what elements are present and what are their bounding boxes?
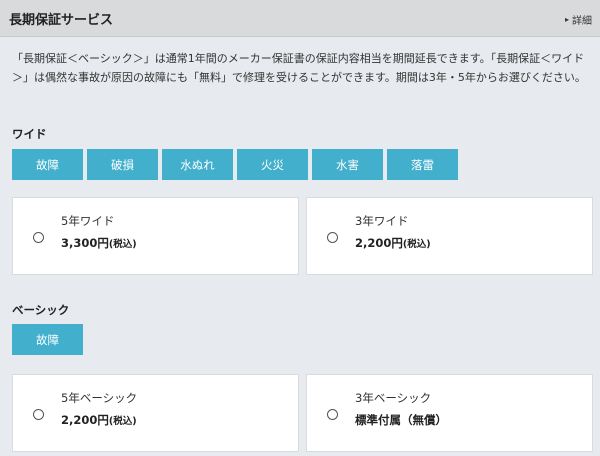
coverage-tag: 破損 <box>87 149 158 180</box>
description-text: 「長期保証＜ベーシック＞」は通常1年間のメーカー保証書の保証内容相当を期間延長で… <box>12 52 586 84</box>
chevron-right-icon: ▸ <box>564 15 569 24</box>
option-card-5yr-basic[interactable]: 5年ベーシック 2,200円(税込) <box>12 374 299 452</box>
option-price: 2,200円(税込) <box>61 413 137 427</box>
option-price: 2,200円(税込) <box>355 236 431 250</box>
detail-link[interactable]: ▸ 詳細 <box>565 12 592 27</box>
coverage-tag: 水ぬれ <box>162 149 233 180</box>
coverage-tag: 故障 <box>12 149 83 180</box>
option-name: 3年ベーシック <box>355 391 432 405</box>
coverage-tag: 火災 <box>237 149 308 180</box>
option-name: 5年ベーシック <box>61 391 138 405</box>
option-name: 3年ワイド <box>355 214 409 228</box>
radio-button[interactable] <box>327 232 338 243</box>
radio-button[interactable] <box>327 409 338 420</box>
wide-coverage-tags: 故障 破損 水ぬれ 火災 水害 落雷 <box>12 149 462 180</box>
option-card-3yr-basic[interactable]: 3年ベーシック 標準付属（無償） <box>306 374 593 452</box>
wide-section-title: ワイド <box>12 127 47 141</box>
detail-link-label: 詳細 <box>572 16 592 27</box>
option-price: 標準付属（無償） <box>355 413 447 427</box>
basic-section-title: ベーシック <box>12 303 70 317</box>
option-card-5yr-wide[interactable]: 5年ワイド 3,300円(税込) <box>12 197 299 275</box>
option-name: 5年ワイド <box>61 214 115 228</box>
basic-coverage-tags: 故障 <box>12 324 87 355</box>
radio-button[interactable] <box>33 232 44 243</box>
radio-button[interactable] <box>33 409 44 420</box>
coverage-tag: 水害 <box>312 149 383 180</box>
section-header: 長期保証サービス ▸ 詳細 <box>0 0 600 37</box>
option-price: 3,300円(税込) <box>61 236 137 250</box>
page-title: 長期保証サービス <box>9 13 114 28</box>
option-card-3yr-wide[interactable]: 3年ワイド 2,200円(税込) <box>306 197 593 275</box>
coverage-tag: 落雷 <box>387 149 458 180</box>
coverage-tag: 故障 <box>12 324 83 355</box>
